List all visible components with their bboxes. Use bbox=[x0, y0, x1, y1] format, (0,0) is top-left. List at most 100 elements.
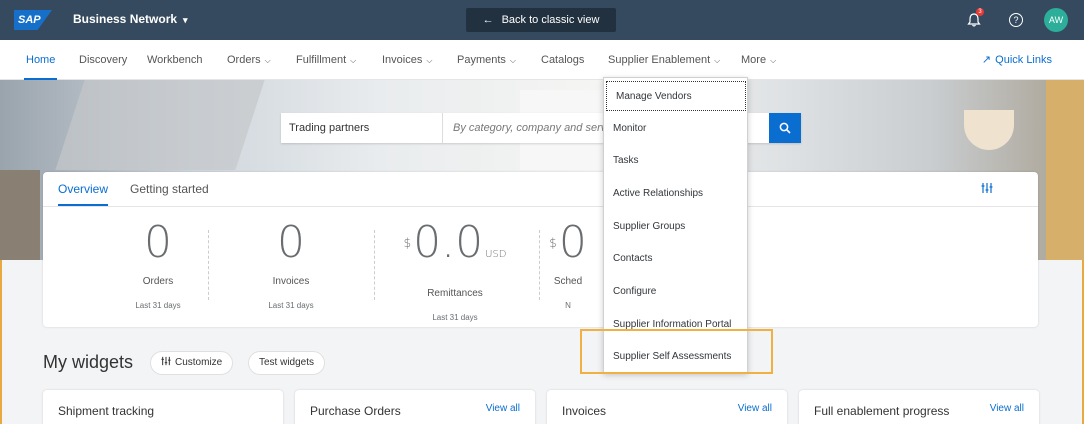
share-arrow-icon: ↗ bbox=[981, 54, 992, 66]
nav-item-catalogs[interactable]: Catalogs bbox=[541, 40, 584, 80]
nav-item-supplier-enablement[interactable]: Supplier Enablement ⌵ bbox=[608, 40, 720, 80]
nav-item-label: Supplier Enablement bbox=[608, 54, 711, 66]
chevron-down-icon: ⌵ bbox=[770, 56, 777, 65]
tab-getting-started[interactable]: Getting started bbox=[130, 182, 209, 206]
widget-full-enablement-progress[interactable]: Full enablement progress View all bbox=[799, 390, 1039, 424]
nav-item-orders[interactable]: Orders ⌵ bbox=[227, 40, 271, 80]
nav-item-label: Home bbox=[26, 54, 56, 66]
stat-number: 0 bbox=[558, 220, 587, 268]
nav-item-discovery[interactable]: Discovery bbox=[79, 40, 127, 80]
hero-decoration bbox=[55, 80, 265, 170]
stat-label: Invoices bbox=[272, 276, 310, 287]
stat-label: Sched bbox=[553, 276, 583, 287]
main-nav: Home Discovery Workbench Orders ⌵ Fulfill… bbox=[0, 40, 1084, 80]
menu-item-supplier-self-assessments[interactable]: Supplier Self Assessments bbox=[604, 342, 747, 372]
caret-down-icon: ▾ bbox=[183, 15, 188, 25]
search-scope-select[interactable]: Trading partners bbox=[281, 113, 443, 143]
nav-item-label: Payments bbox=[457, 54, 506, 66]
view-all-link[interactable]: View all bbox=[738, 403, 772, 414]
menu-item-active-relationships[interactable]: Active Relationships bbox=[604, 179, 747, 209]
widget-title: Full enablement progress bbox=[814, 404, 950, 418]
stat-scheduled[interactable]: $0 Sched N bbox=[533, 220, 603, 310]
widget-title: Purchase Orders bbox=[310, 404, 401, 418]
stat-invoices[interactable]: 0 Invoices Last 31 days bbox=[216, 220, 366, 311]
nav-item-label: Discovery bbox=[79, 54, 128, 66]
menu-item-configure[interactable]: Configure bbox=[604, 277, 747, 307]
user-avatar[interactable]: AW bbox=[1044, 8, 1068, 32]
stat-label: Remittances bbox=[427, 288, 483, 299]
sliders-icon bbox=[161, 356, 171, 366]
stat-remittances[interactable]: $0.0 USD Remittances Last 31 days bbox=[380, 220, 530, 323]
my-widgets-title: My widgets bbox=[43, 352, 134, 372]
chevron-down-icon: ⌵ bbox=[509, 56, 516, 65]
chevron-down-icon: ⌵ bbox=[350, 56, 357, 65]
overview-tabs: Overview Getting started bbox=[58, 182, 209, 206]
chevron-down-icon: ⌵ bbox=[426, 56, 433, 65]
quick-links-label: Quick Links bbox=[995, 54, 1052, 66]
stat-period: Last 31 days bbox=[268, 301, 314, 310]
back-to-classic-button[interactable]: ← Back to classic view bbox=[466, 8, 616, 32]
stat-value: 0 bbox=[216, 220, 366, 266]
view-all-link[interactable]: View all bbox=[486, 403, 520, 414]
stat-period: N bbox=[565, 301, 571, 310]
nav-item-workbench[interactable]: Workbench bbox=[147, 40, 202, 80]
stat-period: Last 31 days bbox=[135, 301, 181, 310]
stat-value: 0 bbox=[83, 220, 233, 266]
notification-badge: 3 bbox=[976, 8, 984, 16]
widget-shipment-tracking[interactable]: Shipment tracking bbox=[43, 390, 283, 424]
nav-item-fulfillment[interactable]: Fulfillment ⌵ bbox=[296, 40, 356, 80]
nav-item-label: Fulfillment bbox=[296, 54, 347, 66]
customize-label: Customize bbox=[175, 357, 223, 368]
widget-invoices[interactable]: Invoices View all bbox=[547, 390, 787, 424]
stat-period: Last 31 days bbox=[432, 313, 478, 322]
stat-orders[interactable]: 0 Orders Last 31 days bbox=[83, 220, 233, 311]
supplier-enablement-menu: Manage Vendors Monitor Tasks Active Rela… bbox=[603, 77, 748, 373]
nav-item-label: More bbox=[741, 54, 767, 66]
stat-number: 0 bbox=[144, 217, 172, 268]
help-icon: ? bbox=[1009, 13, 1023, 27]
menu-item-tasks[interactable]: Tasks bbox=[604, 146, 747, 176]
nav-item-more[interactable]: More ⌵ bbox=[741, 40, 776, 80]
menu-item-supplier-groups[interactable]: Supplier Groups bbox=[604, 212, 747, 242]
overview-card: Overview Getting started 0 Orders Last 3… bbox=[43, 172, 1038, 327]
stat-number: 0.0 bbox=[413, 217, 484, 268]
stat-value: $0.0 USD bbox=[380, 220, 530, 278]
view-all-link[interactable]: View all bbox=[990, 403, 1024, 414]
currency-symbol: $ bbox=[549, 236, 557, 250]
nav-item-payments[interactable]: Payments ⌵ bbox=[457, 40, 516, 80]
shell-bar: SAP Business Network ▾ ← Back to classic v… bbox=[0, 0, 1084, 40]
tabs-divider bbox=[43, 206, 1038, 207]
stat-label: Orders bbox=[142, 276, 174, 287]
hero-decoration bbox=[1046, 80, 1084, 260]
lamp-decoration bbox=[964, 110, 1014, 150]
customize-button[interactable]: Customize bbox=[150, 351, 234, 375]
back-to-classic-label: Back to classic view bbox=[501, 14, 600, 26]
menu-item-manage-vendors[interactable]: Manage Vendors bbox=[606, 81, 746, 111]
currency-unit: USD bbox=[485, 249, 507, 260]
stat-value: $0 bbox=[533, 220, 603, 266]
search-button[interactable] bbox=[769, 113, 801, 143]
menu-item-supplier-information-portal[interactable]: Supplier Information Portal bbox=[604, 310, 747, 340]
shell-actions: 3 ? AW bbox=[960, 6, 1068, 34]
stat-divider bbox=[374, 230, 375, 300]
sap-logo[interactable]: SAP bbox=[14, 10, 52, 30]
nav-item-invoices[interactable]: Invoices ⌵ bbox=[382, 40, 432, 80]
nav-item-label: Workbench bbox=[147, 54, 203, 66]
arrow-left-icon: ← bbox=[482, 14, 494, 26]
menu-item-contacts[interactable]: Contacts bbox=[604, 244, 747, 274]
tab-overview[interactable]: Overview bbox=[58, 182, 109, 206]
nav-item-label: Orders bbox=[227, 54, 261, 66]
menu-item-monitor[interactable]: Monitor bbox=[604, 114, 747, 144]
widget-title: Shipment tracking bbox=[58, 404, 155, 418]
chevron-down-icon: ⌵ bbox=[264, 56, 271, 65]
filter-settings-icon[interactable] bbox=[981, 182, 993, 197]
product-switcher[interactable]: Business Network ▾ bbox=[73, 12, 188, 26]
nav-item-home[interactable]: Home bbox=[23, 40, 58, 80]
stat-divider bbox=[208, 230, 209, 300]
nav-item-label: Catalogs bbox=[541, 54, 585, 66]
widget-purchase-orders[interactable]: Purchase Orders View all bbox=[295, 390, 535, 424]
test-widgets-button[interactable]: Test widgets bbox=[248, 351, 326, 375]
notifications-button[interactable]: 3 bbox=[960, 6, 988, 34]
help-button[interactable]: ? bbox=[1002, 6, 1030, 34]
quick-links-button[interactable]: ↗ Quick Links bbox=[982, 40, 1052, 80]
